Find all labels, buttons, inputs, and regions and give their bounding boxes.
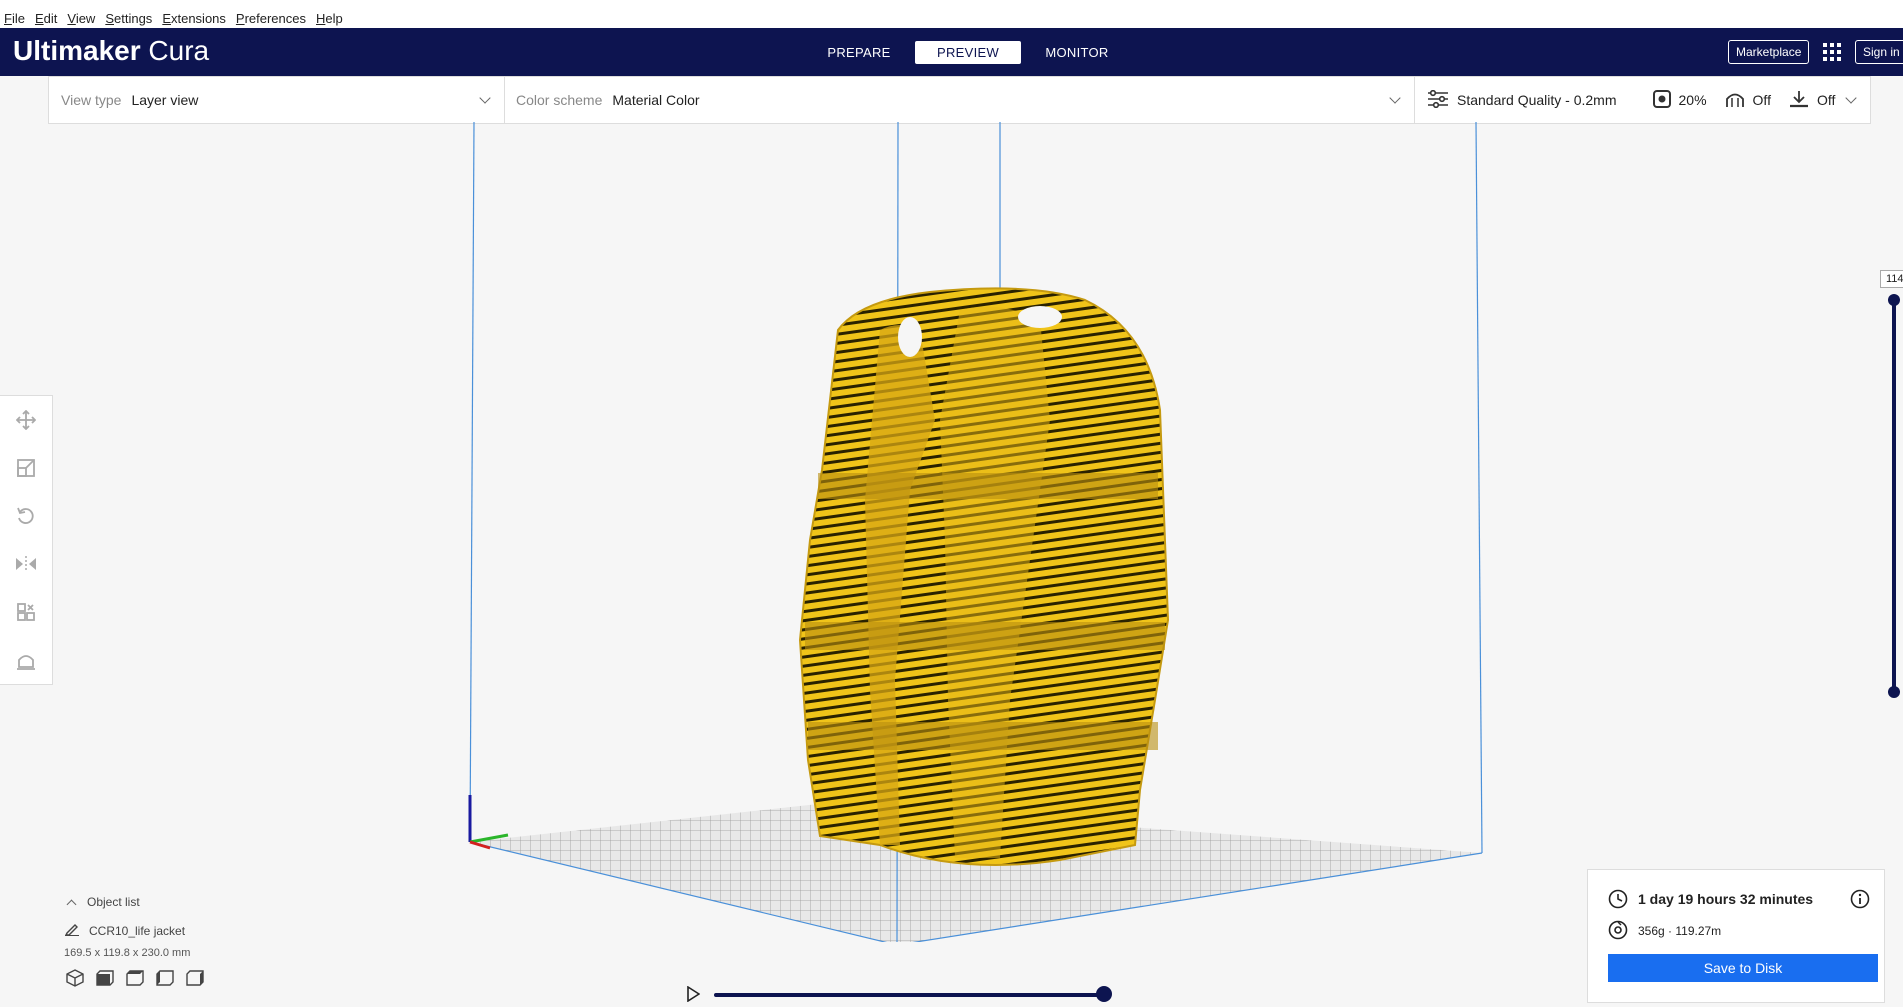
rotate-icon[interactable] xyxy=(15,505,37,527)
app-logo: Ultimaker Cura xyxy=(13,35,209,67)
view-type-label: View type xyxy=(61,92,122,108)
spool-icon xyxy=(1608,920,1628,945)
tool-panel xyxy=(0,395,53,685)
window-titlebar xyxy=(0,0,1903,8)
marketplace-button[interactable]: Marketplace xyxy=(1728,40,1810,64)
pencil-icon xyxy=(64,922,79,939)
simulation-slider-track[interactable] xyxy=(714,993,1105,997)
menu-file[interactable]: File xyxy=(4,11,25,26)
layer-number-label[interactable]: 114 xyxy=(1880,270,1903,288)
support-value: Off xyxy=(1752,92,1771,108)
menu-edit[interactable]: Edit xyxy=(35,11,57,26)
play-icon[interactable] xyxy=(686,985,701,1007)
menu-bar: File Edit View Settings Extensions Prefe… xyxy=(0,8,1903,28)
brand-name-light: Cura xyxy=(140,35,210,66)
menu-settings[interactable]: Settings xyxy=(105,11,152,26)
adhesion-icon xyxy=(1789,90,1809,111)
menu-help[interactable]: Help xyxy=(316,11,343,26)
camera-view-buttons xyxy=(66,969,204,990)
chevron-up-icon xyxy=(66,899,77,909)
simulation-slider-handle[interactable] xyxy=(1096,986,1112,1002)
menu-preferences[interactable]: Preferences xyxy=(236,11,306,26)
apps-grid-icon[interactable] xyxy=(1823,43,1841,61)
color-scheme-dropdown[interactable]: Color scheme Material Color xyxy=(516,77,1426,123)
object-list-title: Object list xyxy=(87,895,140,909)
support-blocker-icon[interactable] xyxy=(15,649,37,671)
object-list-panel: Object list CCR10_life jacket 169.5 x 11… xyxy=(60,895,204,990)
brand-name-bold: Ultimaker xyxy=(13,35,141,66)
layer-slider-upper-handle[interactable] xyxy=(1888,294,1900,306)
quality-profile: Standard Quality - 0.2mm xyxy=(1457,92,1617,108)
toolbar-divider xyxy=(504,77,505,123)
color-scheme-value: Material Color xyxy=(612,92,700,108)
clock-icon xyxy=(1608,889,1628,914)
layer-slider-lower-handle[interactable] xyxy=(1888,686,1900,698)
support-icon xyxy=(1725,90,1745,111)
view-type-dropdown[interactable]: View type Layer view xyxy=(61,77,501,123)
menu-extensions[interactable]: Extensions xyxy=(162,11,226,26)
layer-slider-track[interactable] xyxy=(1892,300,1896,692)
sign-in-button[interactable]: Sign in xyxy=(1855,40,1903,64)
print-info-panel: 1 day 19 hours 32 minutes 356g · 119.27m… xyxy=(1587,869,1885,1003)
object-name: CCR10_life jacket xyxy=(89,923,186,938)
print-settings-summary[interactable]: Standard Quality - 0.2mm 20% Off Off xyxy=(1427,77,1857,123)
settings-sliders-icon xyxy=(1427,89,1449,111)
tab-monitor[interactable]: MONITOR xyxy=(1024,41,1130,64)
view-top-icon[interactable] xyxy=(126,969,144,990)
print-time: 1 day 19 hours 32 minutes xyxy=(1638,891,1814,907)
object-list-toggle[interactable]: Object list xyxy=(60,895,204,909)
save-to-disk-button[interactable]: Save to Disk xyxy=(1608,954,1878,982)
tab-preview[interactable]: PREVIEW xyxy=(915,41,1021,64)
toolbar-divider xyxy=(1414,77,1415,123)
per-model-settings-icon[interactable] xyxy=(15,601,37,623)
view-toolbar: View type Layer view Color scheme Materi… xyxy=(48,76,1871,124)
object-list-item[interactable]: CCR10_life jacket xyxy=(60,922,204,939)
color-scheme-label: Color scheme xyxy=(516,92,603,108)
view-type-value: Layer view xyxy=(131,92,199,108)
stage-tabs: PREPARE PREVIEW MONITOR xyxy=(806,41,1133,64)
material-usage: 356g · 119.27m xyxy=(1638,924,1722,938)
mirror-icon[interactable] xyxy=(15,553,37,575)
view-front-icon[interactable] xyxy=(96,969,114,990)
menu-view[interactable]: View xyxy=(67,11,95,26)
printed-model-life-jacket xyxy=(798,287,1170,866)
scale-icon[interactable] xyxy=(15,457,37,479)
app-header: Ultimaker Cura PREPARE PREVIEW MONITOR M… xyxy=(0,28,1903,76)
object-dimensions: 169.5 x 119.8 x 230.0 mm xyxy=(64,947,191,959)
view-right-icon[interactable] xyxy=(186,969,204,990)
adhesion-value: Off xyxy=(1816,92,1836,108)
infill-icon xyxy=(1652,89,1671,111)
view-left-icon[interactable] xyxy=(156,969,174,990)
info-icon[interactable] xyxy=(1850,889,1870,914)
move-icon[interactable] xyxy=(15,409,37,431)
tab-prepare[interactable]: PREPARE xyxy=(806,41,912,64)
view-3d-icon[interactable] xyxy=(66,969,84,990)
infill-value: 20% xyxy=(1678,92,1707,108)
build-volume-viewport[interactable] xyxy=(0,122,1903,942)
